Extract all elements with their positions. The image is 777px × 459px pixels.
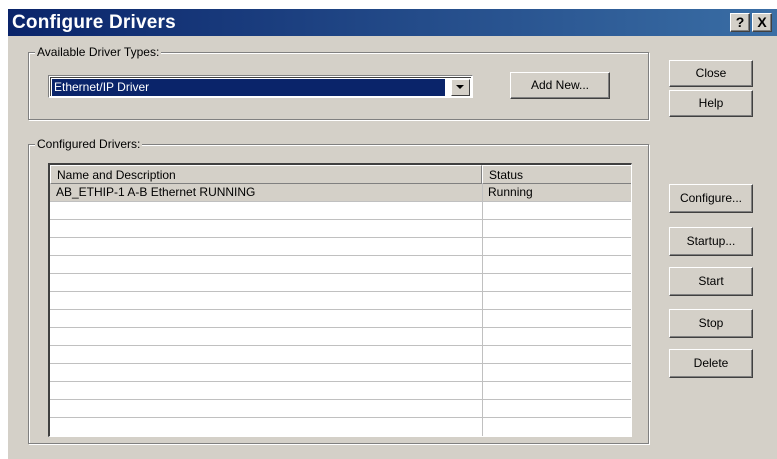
- configured-drivers-label: Configured Drivers:: [35, 137, 143, 151]
- table-row[interactable]: [50, 202, 631, 220]
- delete-button[interactable]: Delete: [669, 349, 753, 378]
- chevron-down-icon[interactable]: [451, 79, 470, 96]
- configured-drivers-list[interactable]: Name and Description Status AB_ETHIP-1 A…: [48, 163, 632, 437]
- table-row[interactable]: [50, 220, 631, 238]
- column-header-status[interactable]: Status: [482, 165, 631, 184]
- start-button[interactable]: Start: [669, 267, 753, 296]
- table-row[interactable]: [50, 328, 631, 346]
- table-row[interactable]: [50, 274, 631, 292]
- list-header: Name and Description Status: [50, 165, 631, 184]
- column-header-name[interactable]: Name and Description: [50, 165, 482, 184]
- window-title: Configure Drivers: [12, 12, 176, 33]
- add-new-button[interactable]: Add New...: [510, 72, 610, 99]
- stop-button[interactable]: Stop: [669, 309, 753, 338]
- table-row[interactable]: [50, 256, 631, 274]
- startup-button[interactable]: Startup...: [669, 227, 753, 256]
- table-row[interactable]: [50, 364, 631, 382]
- driver-status-cell: Running: [488, 185, 533, 199]
- driver-type-select[interactable]: Ethernet/IP Driver: [48, 75, 473, 98]
- help-button[interactable]: Help: [669, 90, 753, 117]
- table-row[interactable]: [50, 400, 631, 418]
- table-row[interactable]: [50, 310, 631, 328]
- driver-type-selected-value: Ethernet/IP Driver: [52, 79, 445, 96]
- help-title-button[interactable]: ?: [730, 13, 750, 32]
- question-mark-icon: ?: [735, 14, 745, 30]
- column-divider: [482, 184, 483, 436]
- available-driver-types-label: Available Driver Types:: [35, 45, 162, 59]
- close-title-button[interactable]: X: [752, 13, 772, 32]
- configure-drivers-dialog: Configure Drivers ? X Available Driver T…: [8, 9, 777, 459]
- driver-name-cell: AB_ETHIP-1 A-B Ethernet RUNNING: [56, 185, 256, 199]
- close-icon: X: [757, 14, 767, 30]
- title-bar[interactable]: Configure Drivers ? X: [8, 9, 777, 36]
- table-row[interactable]: [50, 382, 631, 400]
- table-row[interactable]: AB_ETHIP-1 A-B Ethernet RUNNING Running: [50, 184, 631, 202]
- table-row[interactable]: [50, 292, 631, 310]
- list-rows: AB_ETHIP-1 A-B Ethernet RUNNING Running: [50, 184, 631, 418]
- table-row[interactable]: [50, 238, 631, 256]
- configure-button[interactable]: Configure...: [669, 184, 753, 213]
- close-button[interactable]: Close: [669, 60, 753, 87]
- table-row[interactable]: [50, 346, 631, 364]
